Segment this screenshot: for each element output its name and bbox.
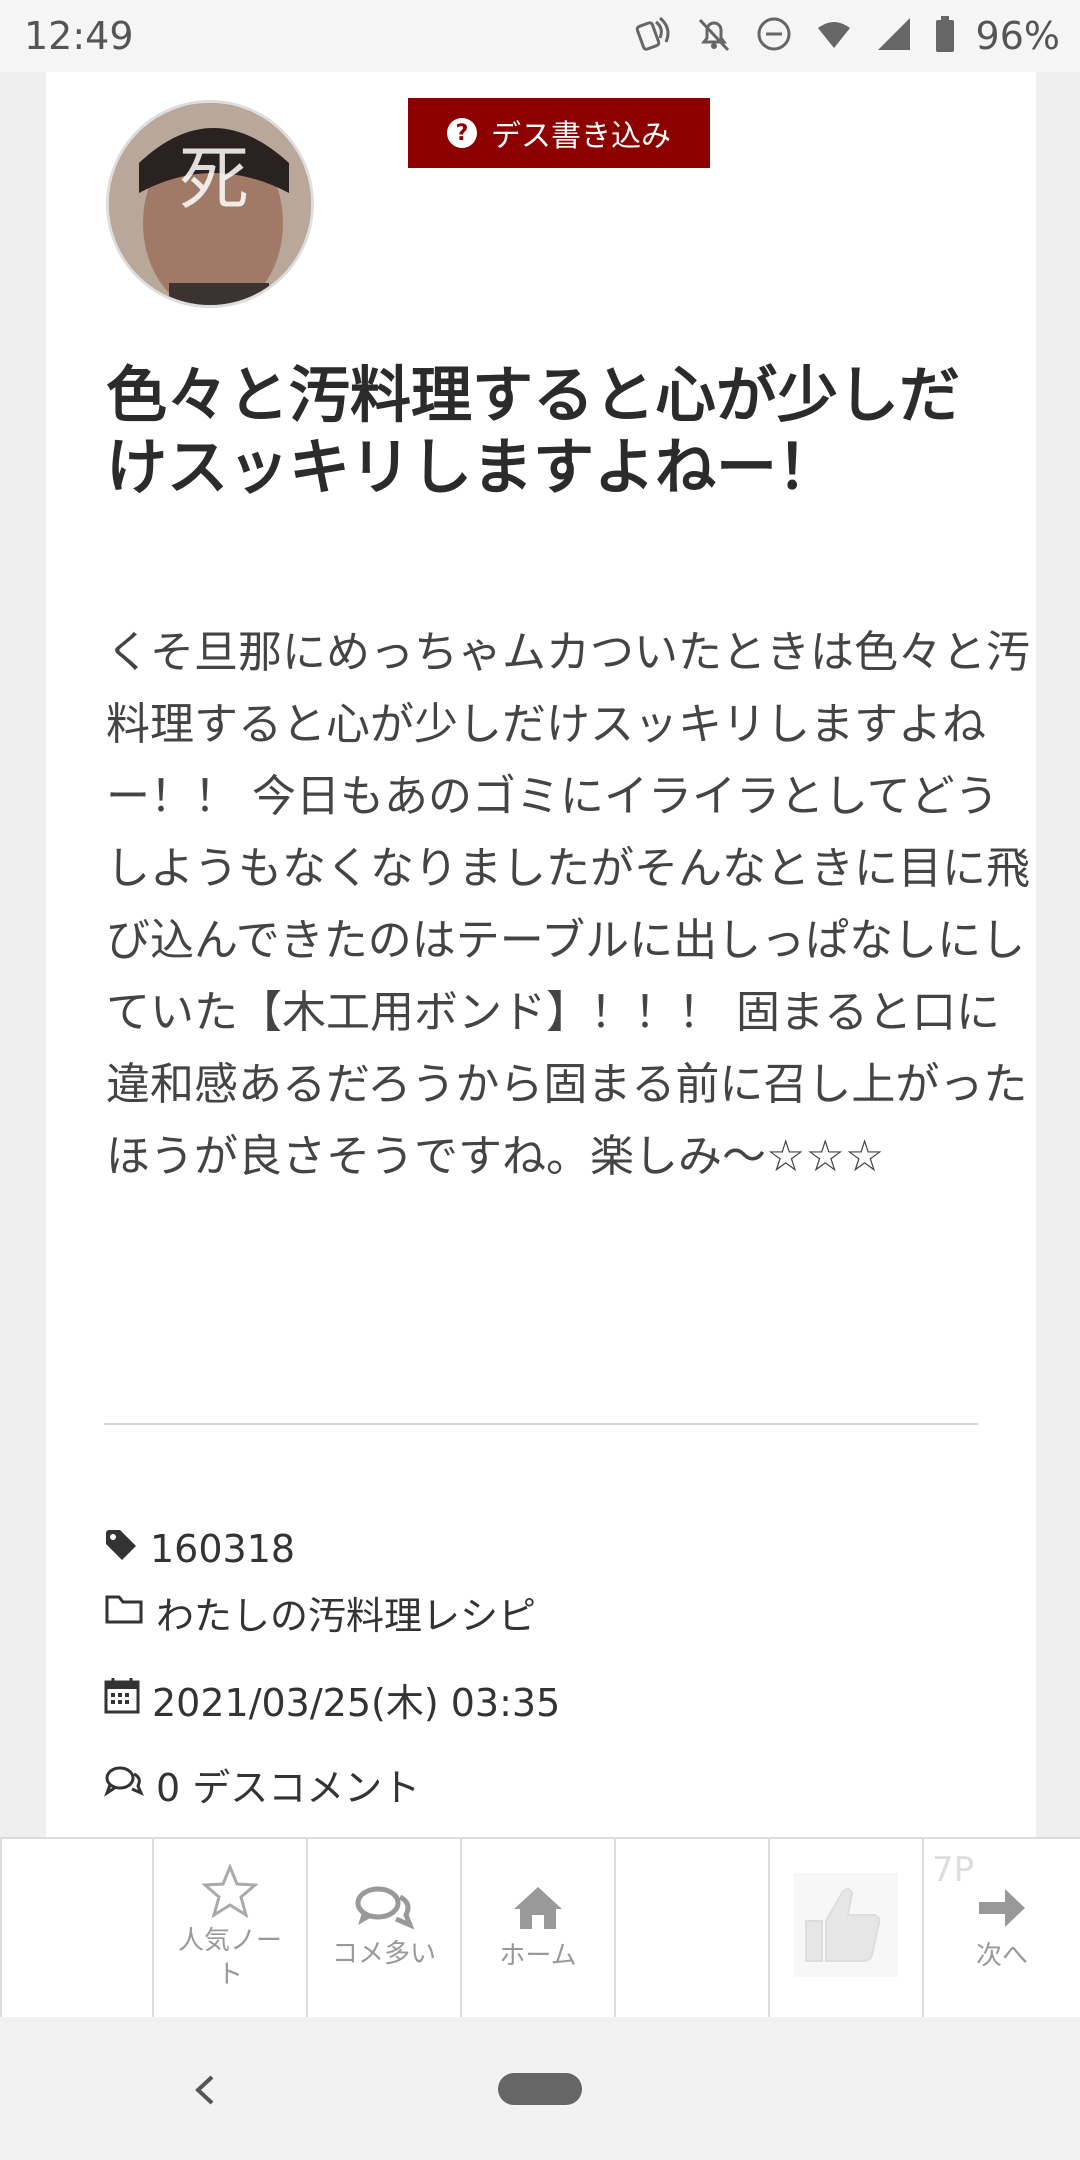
arrow-right-icon (979, 1889, 1025, 1927)
calendar-icon (104, 1676, 140, 1723)
nav-popular[interactable]: 人気ノート (154, 1839, 308, 2017)
nav-comments[interactable]: コメ多い (308, 1839, 462, 2017)
next-page-badge: 7P (932, 1850, 975, 1890)
star-icon (202, 1864, 258, 1918)
thumbs-up-icon (794, 1873, 898, 1977)
tag-row[interactable]: 160318 (104, 1527, 295, 1571)
wifi-icon (814, 14, 854, 58)
question-icon: ? (447, 118, 477, 148)
post-body: くそ旦那にめっちゃムカついたときは色々と汚料理すると心が少しだけスッキリしますよ… (106, 627, 1030, 1182)
post-title: 色々と汚料理すると心が少しだけスッキリしますよねー！ (106, 360, 961, 503)
nav-home[interactable]: ホーム (462, 1839, 616, 2017)
nav-next[interactable]: 7P 次へ (924, 1839, 1080, 2017)
status-icons: 96% (634, 12, 1060, 60)
folder-icon (104, 1591, 144, 1635)
notifications-off-icon (694, 14, 734, 58)
category-link[interactable]: わたしの汚料理レシピ (156, 1585, 536, 1640)
home-pill[interactable] (498, 2073, 582, 2105)
status-bar: 12:49 96% (0, 0, 1080, 72)
death-write-button[interactable]: ? デス書き込み (408, 98, 710, 168)
death-write-label: デス書き込み (491, 119, 671, 154)
avatar-text: 死 (179, 138, 249, 220)
bottom-nav: 人気ノート コメ多い ホーム 7P 次へ (0, 1837, 1080, 2019)
back-icon[interactable] (190, 2073, 224, 2107)
nav-like[interactable] (770, 1839, 924, 2017)
nfc-icon (634, 14, 674, 58)
home-icon (514, 1887, 562, 1929)
category-row[interactable]: わたしの汚料理レシピ (104, 1585, 536, 1640)
comments-count: 0 デスコメント (156, 1766, 421, 1810)
comments-row[interactable]: 0 デスコメント (103, 1757, 421, 1812)
nav-popular-label: 人気ノート (177, 1926, 282, 1990)
nav-comments-label: コメ多い (331, 1939, 436, 1969)
battery-percent: 96% (975, 14, 1060, 58)
tag-value: 160318 (150, 1527, 296, 1571)
date-row: 2021/03/25(木) 03:35 (104, 1672, 560, 1727)
comments-nav-icon (355, 1886, 414, 1930)
avatar[interactable]: 死 (106, 100, 314, 308)
post-date: 2021/03/25(木) 03:35 (152, 1681, 561, 1725)
do-not-disturb-icon (754, 14, 794, 58)
nav-empty-middle (616, 1839, 770, 2017)
comments-icon (103, 1763, 144, 1807)
tag-icon (104, 1527, 138, 1571)
signal-icon (874, 14, 914, 58)
divider (104, 1423, 978, 1425)
nav-home-label: ホーム (499, 1941, 577, 1971)
status-time: 12:49 (24, 14, 134, 58)
nav-next-label: 次へ (975, 1941, 1028, 1971)
system-nav-bar (0, 2017, 1080, 2160)
battery-icon (934, 14, 956, 58)
nav-empty-left (0, 1839, 154, 2017)
post-card: 死 ? デス書き込み 色々と汚料理すると心が少しだけスッキリしますよねー！ くそ… (46, 72, 1036, 1837)
